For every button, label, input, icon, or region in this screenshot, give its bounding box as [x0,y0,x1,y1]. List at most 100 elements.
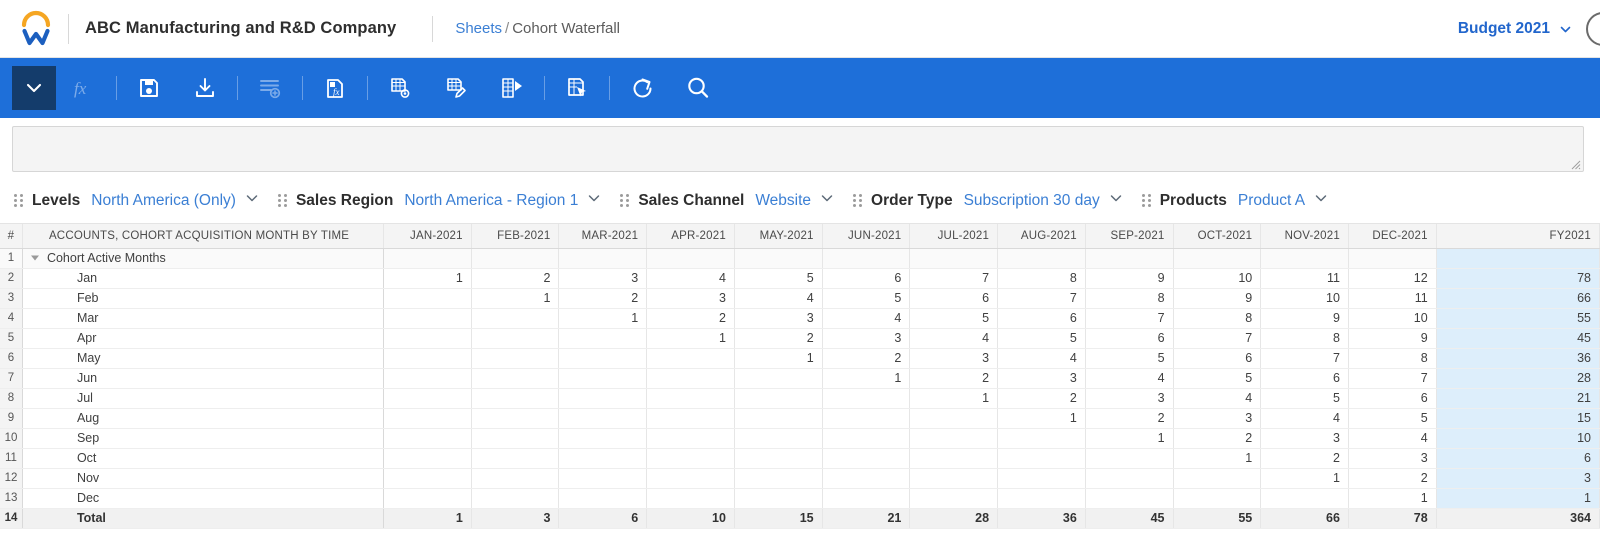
row-label-cell[interactable]: Apr [22,328,385,349]
grid-cell[interactable]: 4 [734,288,823,309]
grid-cell[interactable] [471,328,560,349]
grid-cell[interactable] [383,488,472,509]
grid-cell[interactable]: 1 [909,388,999,409]
grid-cell[interactable]: 1 [1260,468,1349,489]
grid-cell[interactable]: 4 [1085,368,1174,389]
workday-logo-icon[interactable] [14,7,58,51]
grid-cell[interactable]: 6 [1085,328,1174,349]
column-header-total[interactable]: FY2021 [1436,224,1600,249]
row-number[interactable]: 7 [0,368,23,389]
grid-cell[interactable]: 2 [909,368,999,389]
grid-cell[interactable] [646,428,735,449]
grid-cell-total[interactable]: 364 [1436,508,1600,529]
grid-cell[interactable] [997,248,1086,269]
resize-grip-icon[interactable] [1569,157,1581,170]
grid-cell[interactable]: 1 [1085,428,1174,449]
grid-cell[interactable] [734,248,823,269]
grid-cell[interactable] [558,248,648,269]
grid-cell-total[interactable]: 78 [1436,268,1600,289]
grid-cell[interactable]: 3 [471,508,560,529]
grid-cell[interactable]: 4 [646,268,735,289]
grid-cell[interactable]: 5 [997,328,1086,349]
grid-cell[interactable] [558,428,648,449]
grid-cell[interactable]: 10 [1173,268,1262,289]
grid-cell[interactable]: 3 [558,268,648,289]
grid-cell-total[interactable]: 36 [1436,348,1600,369]
column-header-sep-2021[interactable]: SEP-2021 [1085,224,1174,249]
user-avatar[interactable] [1586,12,1600,46]
grid-cell[interactable] [997,428,1086,449]
grid-cell[interactable]: 55 [1173,508,1262,529]
grid-cell[interactable] [1085,248,1174,269]
chevron-down-icon[interactable] [819,190,835,211]
grid-cell[interactable]: 3 [909,348,999,369]
breadcrumb-sheets-link[interactable]: Sheets [455,20,502,37]
grid-cell[interactable] [383,388,472,409]
grid-cell[interactable]: 78 [1348,508,1437,529]
grid-cell[interactable] [734,468,823,489]
grid-cell[interactable] [471,348,560,369]
grid-cell[interactable] [1173,488,1262,509]
grid-cell[interactable] [1085,448,1174,469]
grid-cell[interactable]: 1 [997,408,1086,429]
grid-cell[interactable]: 12 [1348,268,1437,289]
account-column-header[interactable]: ACCOUNTS, COHORT ACQUISITION MONTH BY TI… [22,224,385,249]
grid-cell[interactable]: 8 [1173,308,1262,329]
grid-cell[interactable]: 6 [997,308,1086,329]
row-label-cell[interactable]: Jul [22,388,385,409]
grid-cell[interactable] [558,448,648,469]
row-number[interactable]: 14 [0,508,23,529]
row-number[interactable]: 3 [0,288,23,309]
grid-cell[interactable]: 7 [1260,348,1349,369]
column-header-dec-2021[interactable]: DEC-2021 [1348,224,1437,249]
grid-cell[interactable]: 4 [1348,428,1437,449]
grid-cell[interactable]: 15 [734,508,823,529]
row-number[interactable]: 12 [0,468,23,489]
grid-cell[interactable]: 5 [734,268,823,289]
grid-cell[interactable]: 1 [471,288,560,309]
grid-cell[interactable] [646,348,735,369]
grid-cell[interactable]: 5 [1085,348,1174,369]
grid-cell[interactable] [909,488,999,509]
grid-cell[interactable]: 4 [909,328,999,349]
grid-cell[interactable] [471,248,560,269]
download-button[interactable] [177,58,233,118]
grid-cell[interactable] [646,388,735,409]
grid-cell[interactable] [383,288,472,309]
grid-cell[interactable] [383,468,472,489]
grid-cell[interactable]: 7 [1173,328,1262,349]
grid-cell[interactable] [646,448,735,469]
grid-cell[interactable] [646,248,735,269]
grid-cell[interactable]: 4 [822,308,911,329]
grid-cell[interactable]: 4 [1260,408,1349,429]
grid-cell[interactable] [909,428,999,449]
row-label-cell[interactable]: Feb [22,288,385,309]
drag-handle-icon[interactable] [14,193,23,208]
column-header-feb-2021[interactable]: FEB-2021 [471,224,560,249]
grid-cell[interactable]: 3 [997,368,1086,389]
grid-cell[interactable] [383,428,472,449]
filter-value[interactable]: Subscription 30 day [964,192,1100,210]
grid-cell[interactable] [734,368,823,389]
grid-cell[interactable]: 3 [822,328,911,349]
column-header-mar-2021[interactable]: MAR-2021 [558,224,648,249]
caret-down-icon[interactable] [30,255,39,261]
grid-cell[interactable] [822,488,911,509]
save-button[interactable] [121,58,177,118]
grid-cell[interactable]: 6 [1348,388,1437,409]
grid-cell[interactable] [471,488,560,509]
grid-cell[interactable] [734,388,823,409]
grid-cell[interactable] [909,448,999,469]
grid-cell-total[interactable]: 6 [1436,448,1600,469]
grid-cell[interactable] [1173,248,1262,269]
grid-cell[interactable] [471,448,560,469]
grid-cell[interactable]: 3 [1260,428,1349,449]
refresh-button[interactable] [614,58,670,118]
grid-cell[interactable]: 11 [1348,288,1437,309]
formula-input[interactable] [12,126,1584,172]
row-number[interactable]: 6 [0,348,23,369]
grid-cell[interactable]: 5 [1260,388,1349,409]
grid-cell[interactable] [558,388,648,409]
grid-cell[interactable] [1085,488,1174,509]
grid-cell[interactable] [646,408,735,429]
